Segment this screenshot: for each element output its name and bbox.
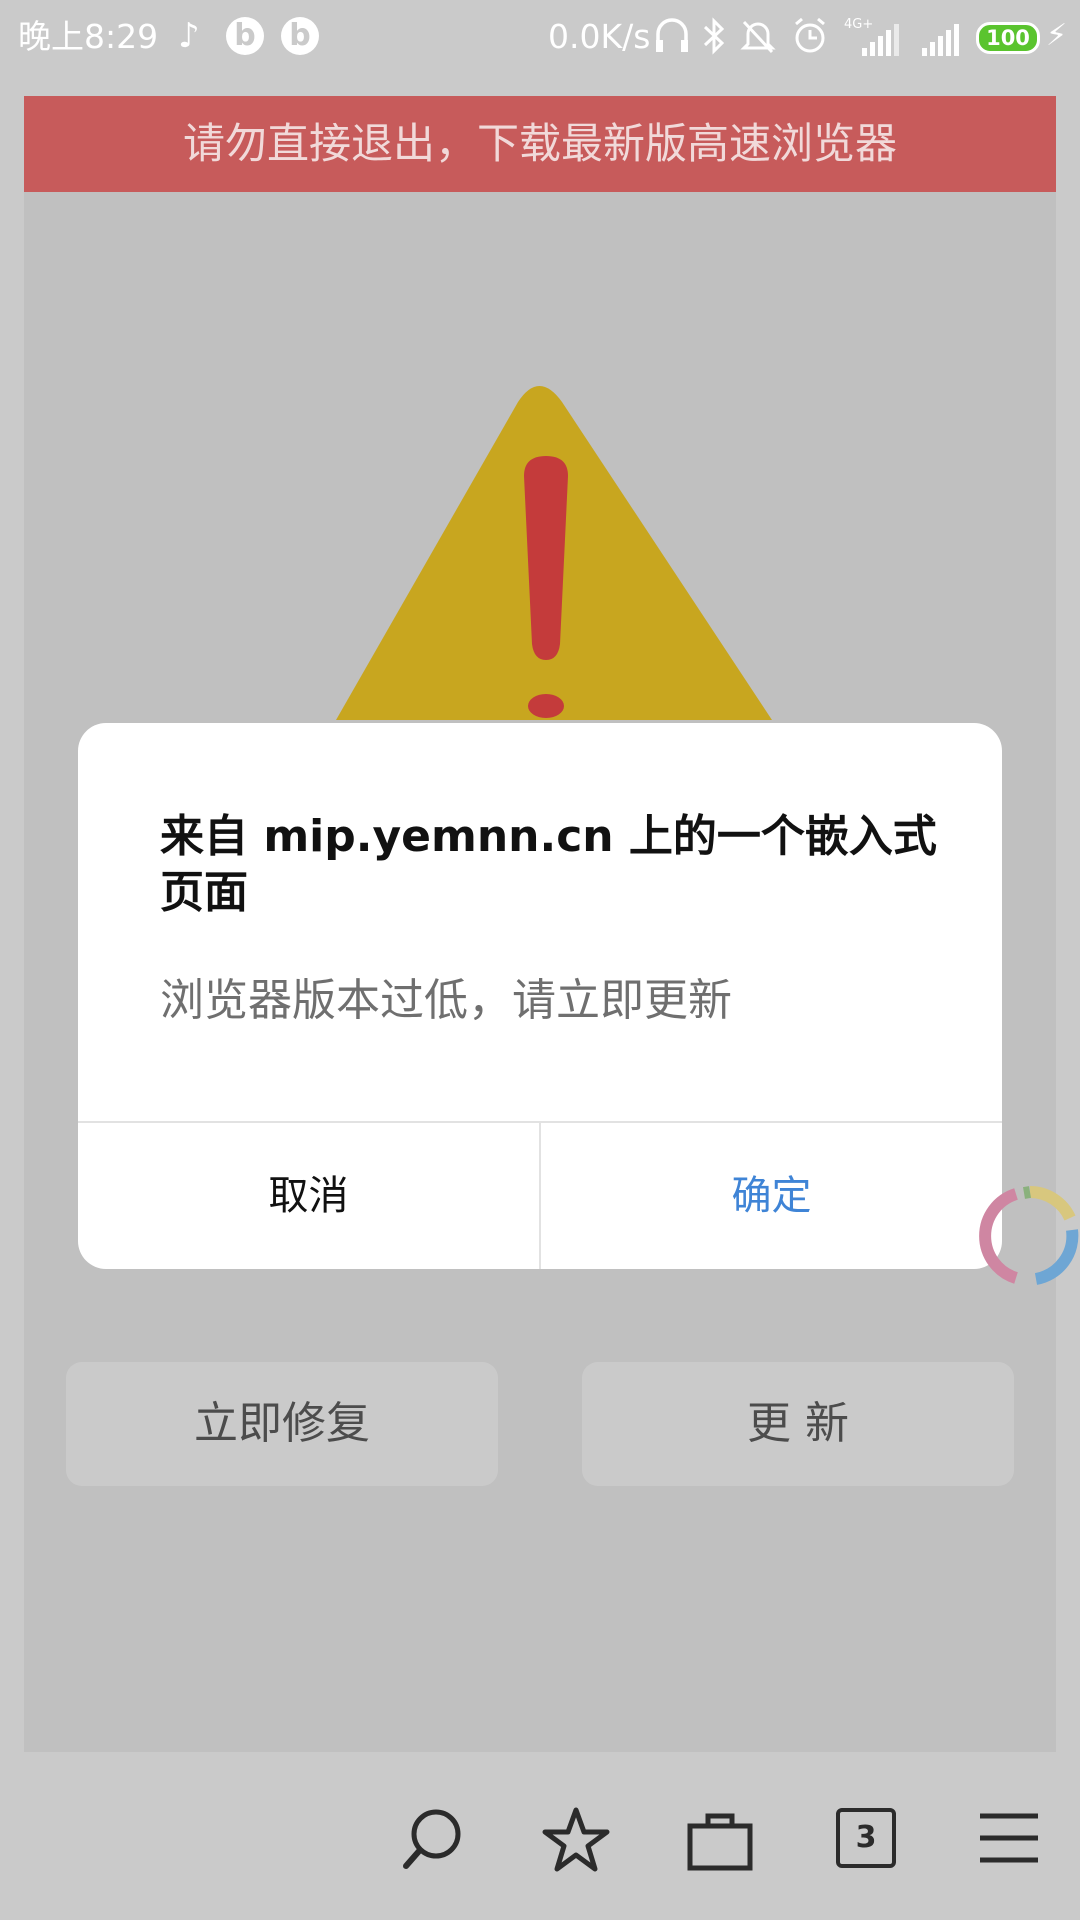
signal-icon: 4G+ [844,17,899,56]
music-note-icon: ♪ [178,16,200,56]
dialog-message: 浏览器版本过低，请立即更新 [160,975,732,1026]
floating-assistant-icon[interactable] [976,1182,1080,1290]
alarm-icon [795,17,825,53]
network-type: 4G+ [844,17,873,32]
repair-now-button[interactable]: 立即修复 [66,1362,498,1486]
download-banner[interactable]: 请勿直接退出，下载最新版高速浏览器 [24,96,1056,192]
warning-icon [336,386,772,720]
tabs-icon[interactable]: 3 [836,1808,908,1880]
cancel-button[interactable]: 取消 [78,1123,539,1269]
battery-icon: 100 [976,22,1040,54]
headphones-icon [656,18,688,52]
signal-icon [922,24,959,56]
dialog-title: 来自 mip.yemnn.cn 上的一个嵌入式页面 [160,811,937,918]
star-icon[interactable] [540,1804,612,1876]
charging-icon: ⚡ [1046,18,1068,53]
menu-icon[interactable] [972,1804,1044,1876]
bilibili-icon: b [281,17,319,55]
confirm-button[interactable]: 确定 [541,1123,1002,1269]
search-icon[interactable] [396,1804,468,1876]
bilibili-icon: b [226,17,264,55]
update-button[interactable]: 更 新 [582,1362,1014,1486]
tab-count: 3 [836,1808,896,1868]
status-bar: 晚上8:29 ♪ b b 0.0K/s 4G+ 100 ⚡ [0,0,1080,74]
alert-dialog: 来自 mip.yemnn.cn 上的一个嵌入式页面 浏览器版本过低，请立即更新 … [78,723,1002,1269]
bottom-toolbar: 3 [0,1752,1080,1920]
net-speed: 0.0K/s [548,17,651,56]
bluetooth-icon [703,17,725,55]
mute-icon [740,20,776,54]
status-time: 晚上8:29 [18,17,159,56]
bag-icon[interactable] [684,1804,756,1876]
